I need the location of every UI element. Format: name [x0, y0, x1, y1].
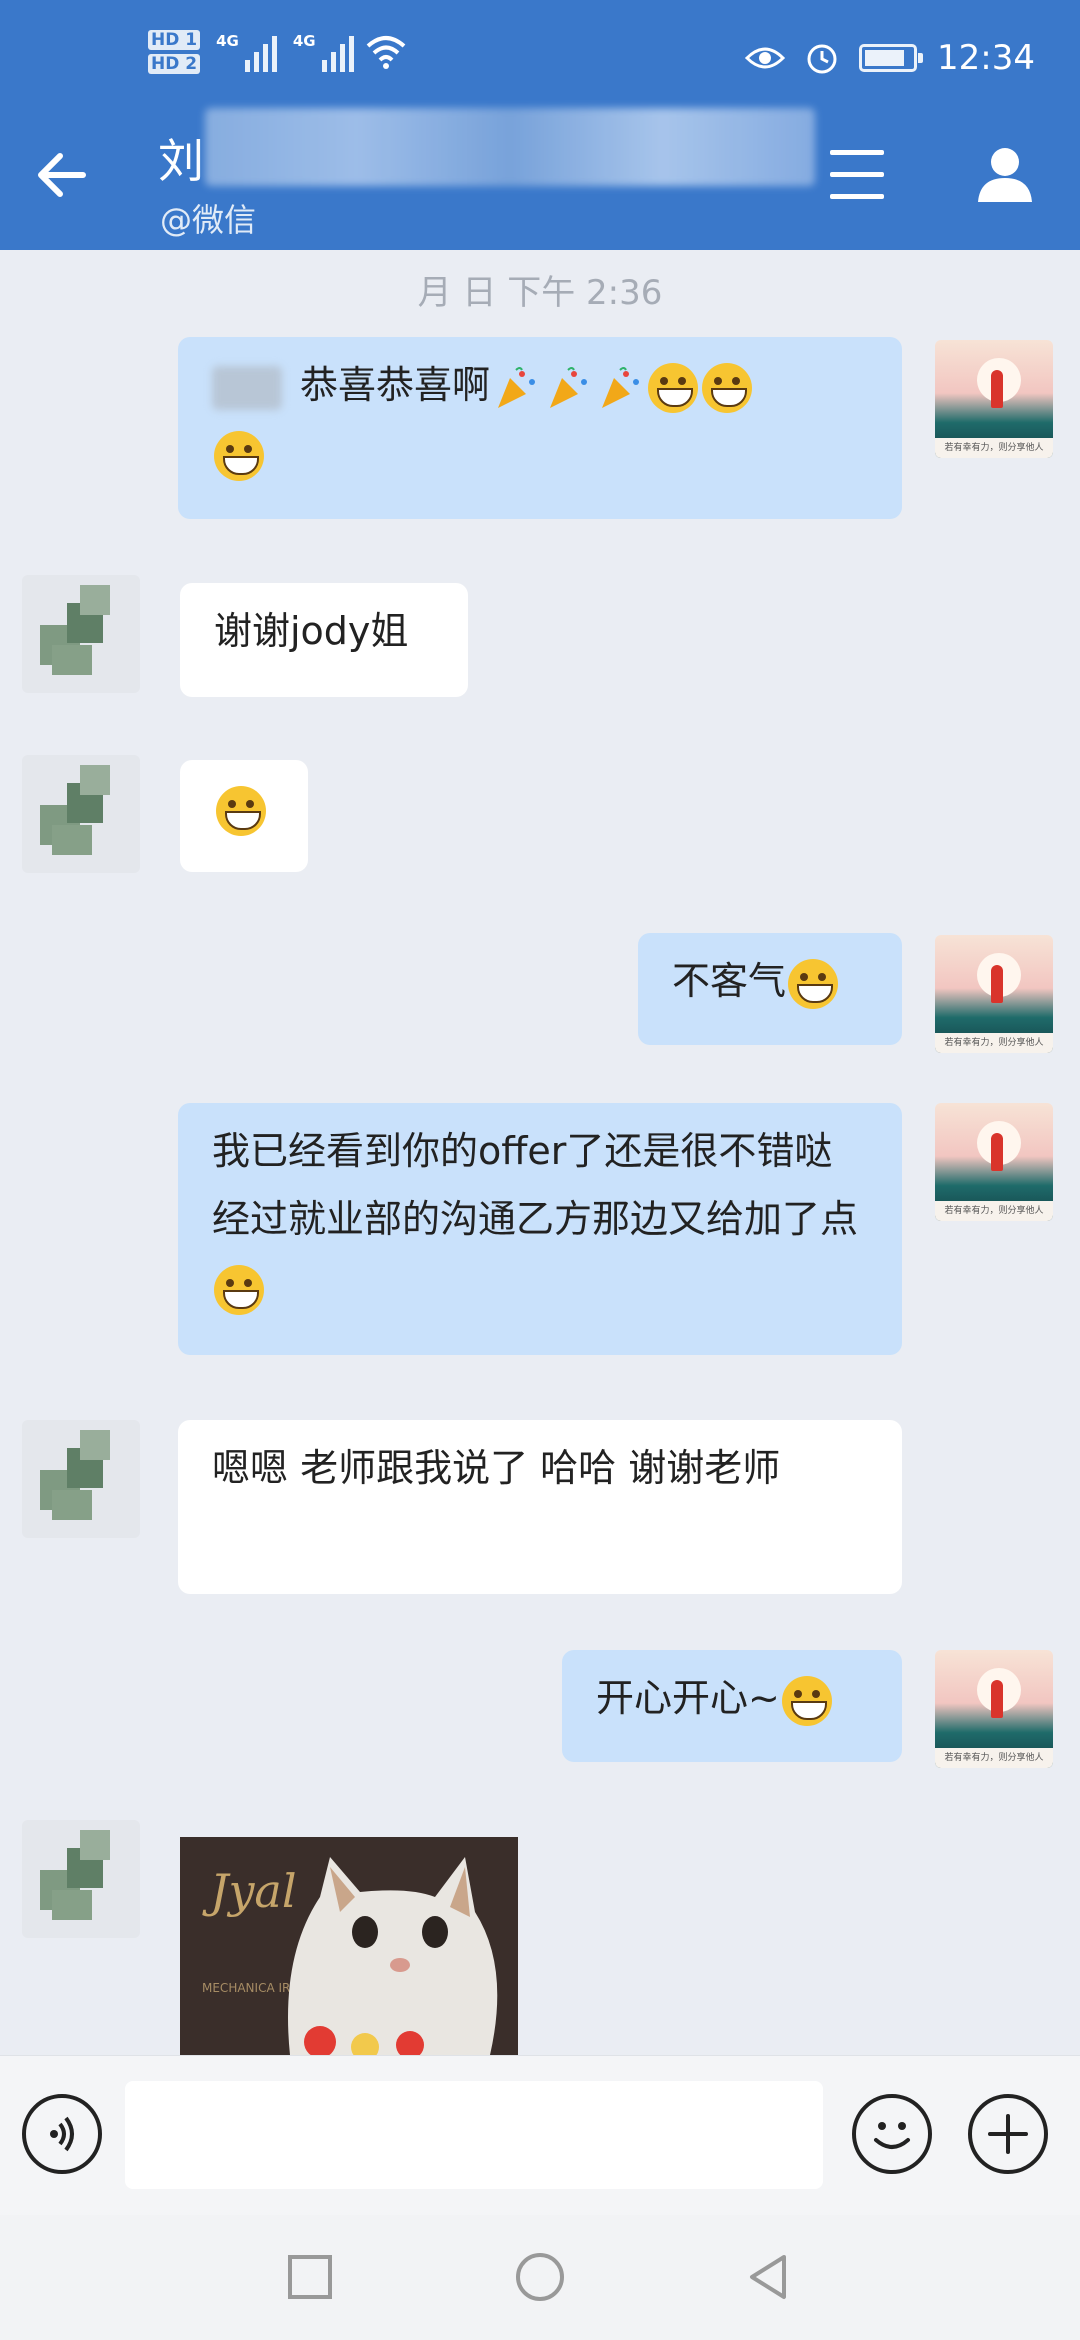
triangle-back-icon	[750, 2255, 786, 2299]
grin-emoji-icon	[788, 958, 839, 1009]
grin-emoji-icon	[702, 362, 753, 413]
avatar-caption: 若有幸有力，则分享他人	[935, 1201, 1053, 1221]
message-text: 谢谢jody姐	[214, 609, 409, 653]
message-bubble-incoming[interactable]	[180, 760, 308, 872]
message-timestamp: 月 日 下午 2:36	[417, 273, 663, 313]
chat-title: 刘	[158, 134, 204, 188]
message-text: 我已经看到你的offer了还是很不错哒经过就业部的沟通乙方那边又给加了点	[212, 1129, 859, 1241]
voice-icon	[50, 2116, 74, 2152]
menu-button[interactable]	[830, 150, 884, 200]
avatar-caption: 若有幸有力，则分享他人	[935, 1748, 1053, 1768]
profile-button[interactable]	[970, 140, 1040, 210]
square-icon	[288, 2255, 332, 2299]
voice-button[interactable]	[22, 2094, 102, 2174]
message-text: 恭喜恭喜啊	[300, 363, 491, 407]
emoji-button[interactable]	[852, 2094, 932, 2174]
grin-emoji-icon	[216, 785, 266, 836]
person-icon	[978, 148, 1032, 202]
chat-header: HD 1 HD 2 4G 4G 12:34 刘 @微信	[0, 0, 1080, 250]
back-button[interactable]	[28, 140, 98, 210]
signal-icon-2: 4G	[293, 32, 354, 72]
battery-icon	[859, 44, 924, 72]
message-bubble-incoming[interactable]: 嗯嗯 老师跟我说了 哈哈 谢谢老师	[178, 1420, 902, 1594]
party-popper-icon	[550, 366, 588, 408]
redacted-mention	[212, 365, 282, 410]
wifi-icon	[366, 36, 405, 69]
chat-area[interactable]: 月 日 下午 2:36 恭喜恭喜啊 若有幸有力，则分享他人 谢谢jody姐 不客…	[0, 250, 1080, 2055]
wink-tongue-emoji-icon	[214, 1264, 264, 1315]
self-avatar[interactable]: 若有幸有力，则分享他人	[935, 1103, 1053, 1221]
avatar-caption: 若有幸有力，则分享他人	[935, 1033, 1053, 1053]
avatar-caption: 若有幸有力，则分享他人	[935, 438, 1053, 458]
cat-photo: Jyal MECHANICA IRON-TOY	[180, 1837, 518, 2055]
contact-avatar[interactable]	[22, 1820, 140, 1938]
contact-avatar[interactable]	[22, 575, 140, 693]
contact-avatar[interactable]	[22, 755, 140, 873]
system-nav-bar	[0, 2215, 1080, 2340]
eye-icon	[745, 47, 786, 69]
contact-avatar[interactable]	[22, 1420, 140, 1538]
message-text: 开心开心~	[596, 1676, 780, 1720]
cat-image-text: Jyal	[202, 1864, 297, 1918]
cat-photo-message[interactable]: Jyal MECHANICA IRON-TOY	[180, 1837, 518, 2055]
recents-button[interactable]	[278, 2245, 342, 2309]
smiley-icon	[874, 2122, 910, 2149]
plus-icon	[988, 2114, 1028, 2154]
menu-icon	[830, 150, 884, 199]
grin-emoji-icon	[648, 362, 699, 413]
network-label-1: 4G	[216, 32, 239, 50]
message-bubble-incoming[interactable]: 谢谢jody姐	[180, 583, 468, 697]
hugging-emoji-icon	[781, 1675, 832, 1726]
grin-emoji-icon	[214, 430, 264, 481]
arrow-left-icon	[38, 153, 86, 197]
hd-badge-2: HD 2	[148, 54, 201, 74]
self-avatar[interactable]: 若有幸有力，则分享他人	[935, 340, 1053, 458]
alarm-icon	[807, 44, 837, 74]
message-bubble-outgoing[interactable]: 我已经看到你的offer了还是很不错哒经过就业部的沟通乙方那边又给加了点	[178, 1103, 902, 1355]
message-text: 嗯嗯 老师跟我说了 哈哈 谢谢老师	[212, 1446, 781, 1490]
message-bubble-outgoing[interactable]: 开心开心~	[562, 1650, 902, 1762]
hd-badges: HD 1 HD 2	[148, 30, 201, 74]
message-bubble-outgoing[interactable]: 不客气	[638, 933, 902, 1045]
redacted-name	[205, 108, 815, 186]
message-input[interactable]	[125, 2081, 823, 2189]
self-avatar[interactable]: 若有幸有力，则分享他人	[935, 1650, 1053, 1768]
message-input-bar	[0, 2055, 1080, 2215]
circle-icon	[516, 2253, 564, 2301]
home-button[interactable]	[508, 2245, 572, 2309]
signal-icon-1: 4G	[216, 32, 277, 72]
hd-badge-1: HD 1	[148, 30, 201, 50]
plus-button[interactable]	[968, 2094, 1048, 2174]
party-popper-icon	[602, 366, 640, 408]
back-nav-button[interactable]	[738, 2245, 802, 2309]
party-popper-icon	[498, 366, 536, 408]
network-label-2: 4G	[292, 32, 316, 50]
status-time: 12:34	[937, 38, 1035, 78]
message-bubble-outgoing[interactable]: 恭喜恭喜啊	[178, 337, 902, 519]
message-text: 不客气	[672, 959, 787, 1003]
self-avatar[interactable]: 若有幸有力，则分享他人	[935, 935, 1053, 1053]
chat-subtitle: @微信	[160, 201, 257, 239]
